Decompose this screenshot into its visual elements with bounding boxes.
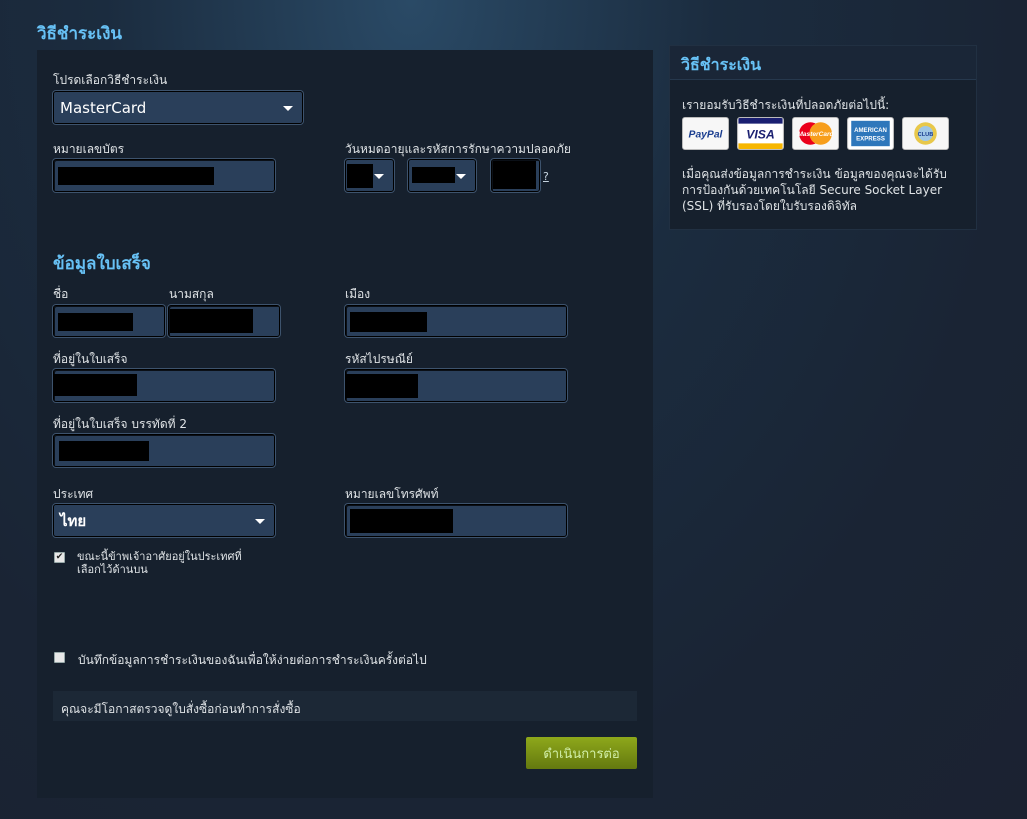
ssl-line-3: (SSL) ที่รับรองโดยใบรับรองดิจิทัล [682, 199, 857, 213]
amex-logo-icon: AMERICAN EXPRESS [847, 117, 894, 150]
chevron-down-icon [255, 519, 265, 524]
svg-text:PayPal: PayPal [689, 130, 724, 141]
billing-address2-label: ที่อยู่ในใบเสร็จ บรรทัดที่ 2 [53, 417, 187, 431]
redacted-value [59, 441, 149, 461]
svg-text:AMERICAN: AMERICAN [854, 127, 887, 134]
redacted-value [346, 374, 418, 398]
expiry-month-select[interactable] [345, 159, 394, 192]
security-code-help-link[interactable]: ? [543, 170, 549, 183]
city-label: เมือง [345, 287, 371, 301]
billing-address-label: ที่อยู่ในใบเสร็จ [53, 352, 128, 366]
phone-input[interactable] [345, 504, 567, 537]
reside-checkbox-label: ขณะนี้ข้าพเจ้าอาศัยอยู่ในประเทศที่ เลือก… [77, 550, 242, 576]
payment-method-value: MasterCard [60, 98, 147, 117]
mastercard-logo-icon: MasterCard [792, 117, 839, 150]
redacted-value [412, 167, 455, 183]
reside-label-line2: เลือกไว้ด้านบน [77, 563, 148, 576]
redacted-value [170, 309, 253, 333]
redacted-value [347, 164, 373, 188]
first-name-input[interactable] [53, 305, 165, 337]
billing-section-title: ข้อมูลใบเสร็จ [53, 254, 151, 274]
ssl-info-text: เมื่อคุณส่งข้อมูลการชำระเงิน ข้อมูลของคุ… [682, 166, 947, 214]
last-name-input[interactable] [168, 305, 280, 337]
visa-logo-icon: VISA [737, 117, 784, 150]
club-card-logo-icon: CLUB [902, 117, 949, 150]
chevron-down-icon [456, 174, 466, 179]
billing-address-input[interactable] [53, 369, 275, 402]
continue-button[interactable]: ดำเนินการต่อ [526, 737, 637, 769]
reside-label-line1: ขณะนี้ข้าพเจ้าอาศัยอยู่ในประเทศที่ [77, 550, 242, 563]
expiry-year-select[interactable] [408, 159, 476, 192]
country-select[interactable]: ไทย [53, 504, 275, 537]
svg-text:CLUB: CLUB [918, 132, 934, 138]
review-notice: คุณจะมีโอกาสตรวจดูใบสั่งซื้อก่อนทำการสั่… [53, 691, 637, 721]
page-title: วิธีชำระเงิน [37, 24, 122, 44]
save-payment-checkbox[interactable] [54, 652, 65, 663]
payment-method-select[interactable]: MasterCard [53, 91, 303, 124]
review-notice-text: คุณจะมีโอกาสตรวจดูใบสั่งซื้อก่อนทำการสั่… [61, 702, 301, 716]
chevron-down-icon [283, 106, 293, 111]
svg-text:MasterCard: MasterCard [797, 131, 834, 138]
redacted-value [493, 161, 536, 189]
phone-label: หมายเลขโทรศัพท์ [345, 487, 439, 501]
ssl-line-1: เมื่อคุณส่งข้อมูลการชำระเงิน ข้อมูลของคุ… [682, 167, 947, 181]
redacted-value [350, 509, 453, 533]
ssl-line-2: การป้องกันด้วยเทคโนโลยี Secure Socket La… [682, 183, 943, 197]
checkmark-icon: ✔ [55, 552, 64, 562]
reside-checkbox[interactable]: ✔ [54, 552, 65, 563]
first-name-label: ชื่อ [53, 287, 69, 301]
redacted-value [58, 313, 133, 331]
payment-methods-sidebar: วิธีชำระเงิน เรายอมรับวิธีชำระเงินที่ปลอ… [669, 45, 977, 230]
save-payment-label: บันทึกข้อมูลการชำระเงินของฉันเพื่อให้ง่า… [78, 653, 427, 667]
country-value: ไทย [60, 511, 87, 530]
sidebar-title: วิธีชำระเงิน [681, 55, 761, 74]
chevron-down-icon [374, 174, 384, 179]
svg-text:EXPRESS: EXPRESS [856, 136, 885, 143]
svg-text:VISA: VISA [746, 128, 774, 142]
card-number-input[interactable] [53, 159, 275, 192]
redacted-value [54, 374, 137, 396]
redacted-value [58, 167, 214, 185]
accepted-methods-text: เรายอมรับวิธีชำระเงินที่ปลอดภัยต่อไปนี้: [682, 98, 890, 112]
card-number-label: หมายเลขบัตร [53, 142, 125, 156]
last-name-label: นามสกุล [169, 287, 214, 301]
sidebar-header: วิธีชำระเงิน [670, 46, 976, 80]
postal-code-label: รหัสไปรษณีย์ [345, 352, 413, 366]
redacted-value [350, 312, 427, 332]
city-input[interactable] [345, 305, 567, 337]
expiry-security-label: วันหมดอายุและรหัสการรักษาความปลอดภัย [345, 142, 571, 156]
payment-method-label: โปรดเลือกวิธีชำระเงิน [53, 73, 168, 87]
postal-code-input[interactable] [345, 369, 567, 402]
country-label: ประเทศ [53, 487, 94, 501]
security-code-input[interactable] [491, 159, 540, 192]
billing-address2-input[interactable] [53, 434, 275, 467]
paypal-logo-icon: PayPal [682, 117, 729, 150]
